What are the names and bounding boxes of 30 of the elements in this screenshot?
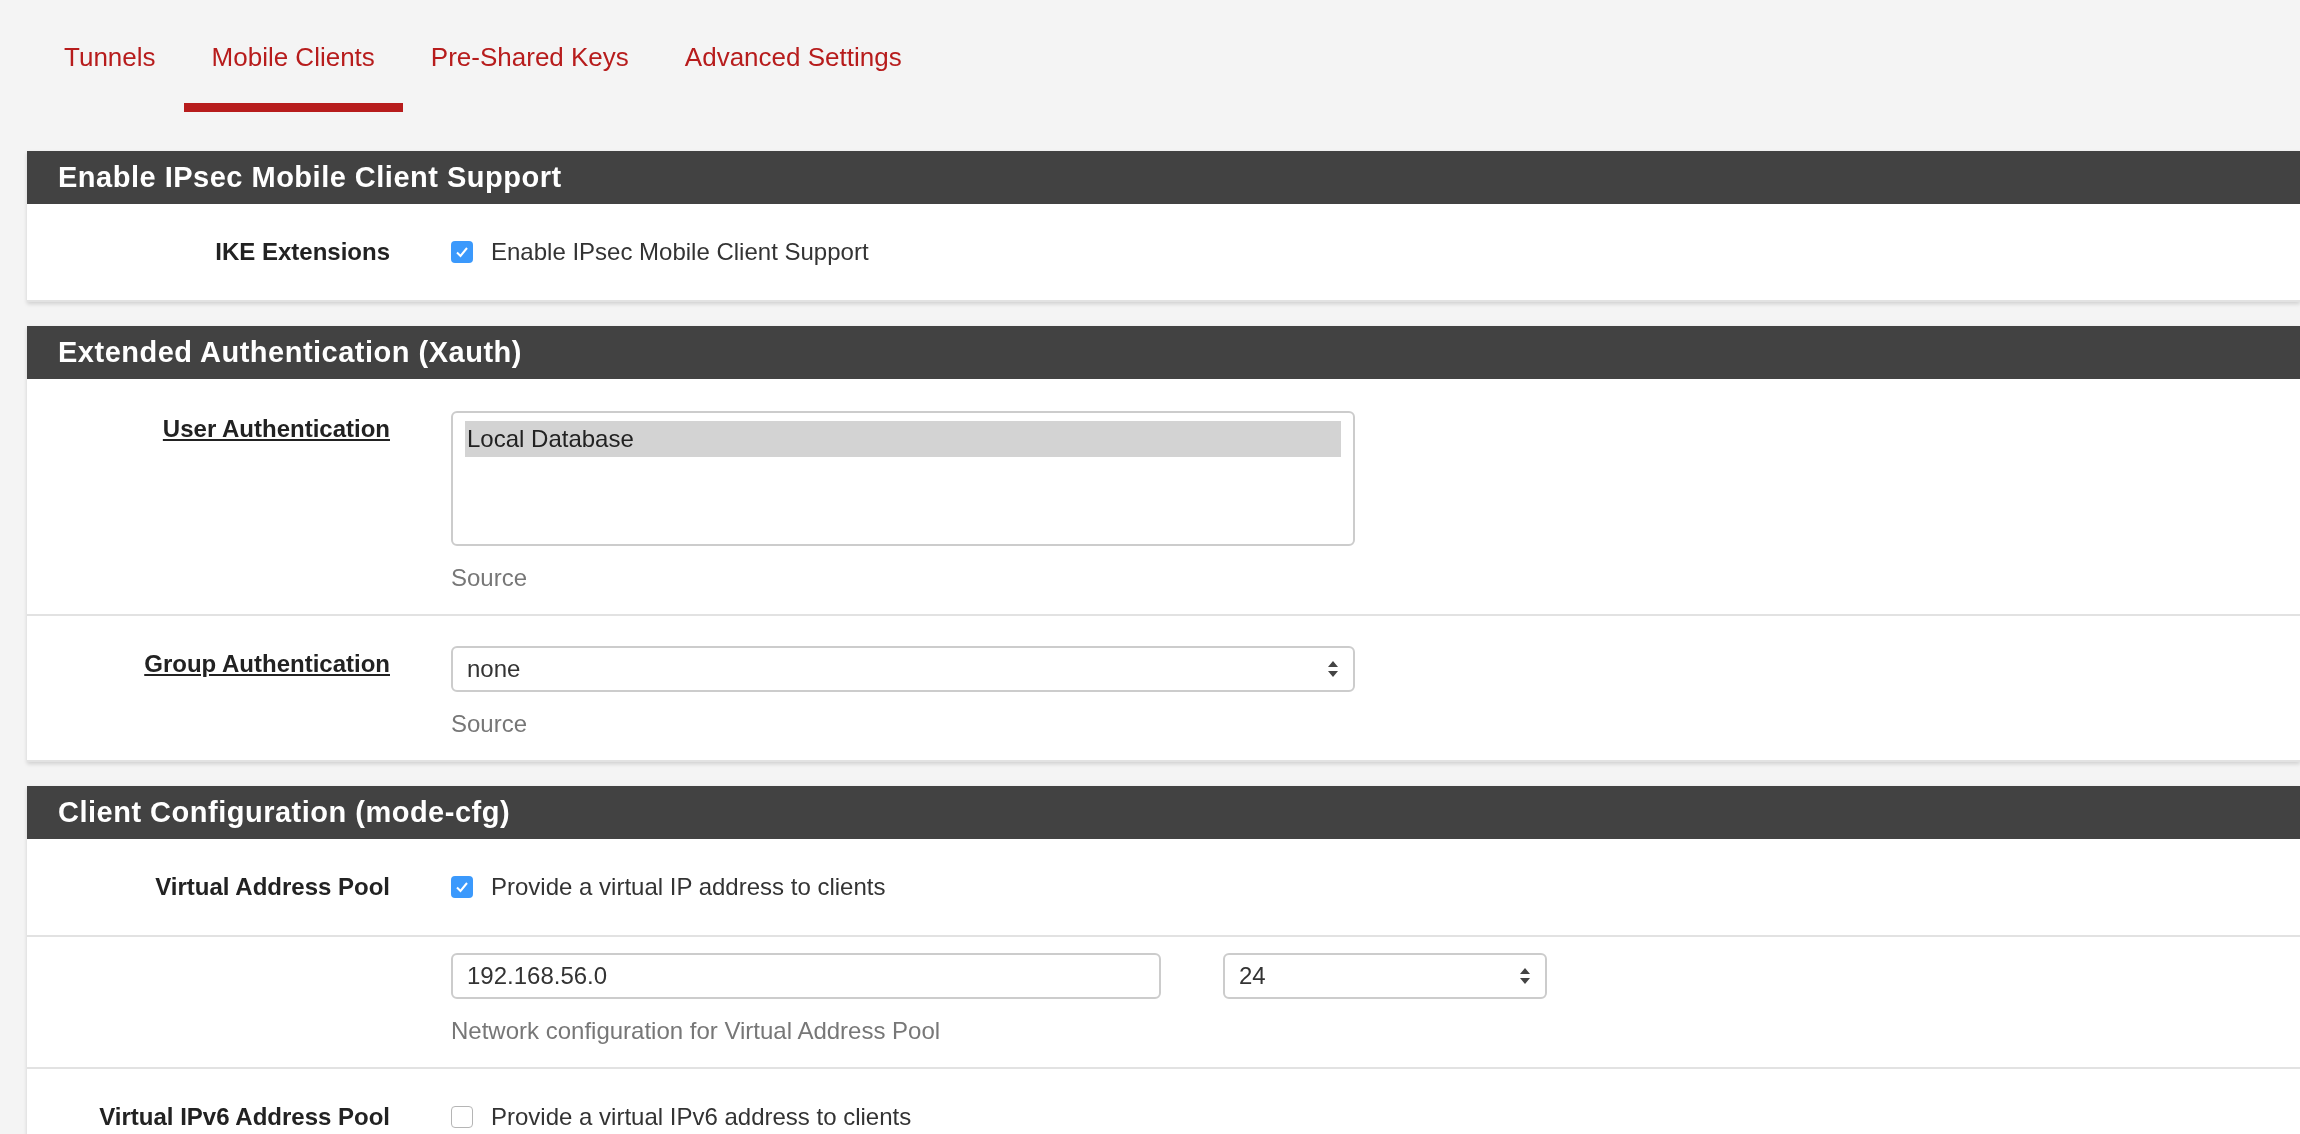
help-text: Source — [451, 563, 529, 593]
listbox[interactable]: Local Database — [451, 411, 1355, 546]
select-arrows-icon — [1327, 659, 1339, 679]
listbox-option[interactable]: Local Database — [465, 421, 1341, 457]
field-label: IKE Extensions — [215, 237, 390, 267]
panel-header: Extended Authentication (Xauth) — [27, 326, 2300, 379]
panel-header: Client Configuration (mode-cfg) — [27, 786, 2300, 839]
checkbox-label: Enable IPsec Mobile Client Support — [491, 237, 869, 267]
tab[interactable]: Pre-Shared Keys — [402, 32, 657, 112]
field-label[interactable]: Group Authentication — [144, 646, 390, 682]
field-label[interactable]: User Authentication — [162, 411, 390, 447]
help-text: Network configuration for Virtual Address Pool — [451, 1016, 942, 1046]
checkbox[interactable] — [451, 876, 473, 898]
checkbox-label: Provide a virtual IP address to clients — [491, 872, 886, 902]
check-icon — [455, 245, 469, 259]
mask-select[interactable]: 24 — [1223, 953, 1547, 999]
checkbox-label: Provide a virtual IPv6 address to clients — [491, 1102, 912, 1132]
address-input[interactable]: 192.168.56.0 — [451, 953, 1161, 999]
help-text: Source — [451, 709, 529, 739]
tab[interactable]: Mobile Clients — [183, 32, 403, 112]
panel-header: Enable IPsec Mobile Client Support — [27, 151, 2300, 204]
field-label: Virtual Address Pool — [155, 872, 390, 902]
check-icon — [455, 880, 469, 894]
checkbox[interactable] — [451, 1106, 473, 1128]
field-label: Virtual IPv6 Address Pool — [99, 1102, 390, 1132]
checkbox[interactable] — [451, 241, 473, 263]
select-arrows-icon — [1519, 966, 1531, 986]
tab[interactable]: Tunnels — [36, 32, 184, 112]
select-field[interactable]: none — [451, 646, 1355, 692]
tab[interactable]: Advanced Settings — [656, 32, 930, 112]
